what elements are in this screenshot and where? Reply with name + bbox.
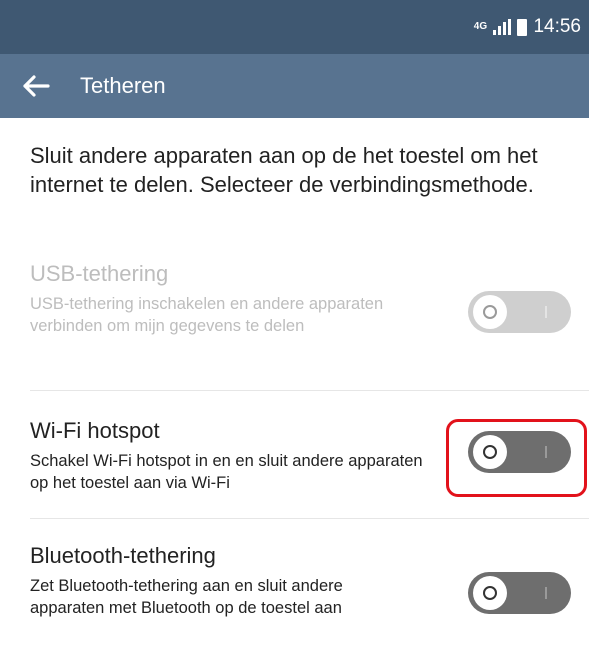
page-title: Tetheren (80, 73, 166, 98)
status-icons: 4G 14:56 (473, 0, 581, 54)
network-type-badge: 4G (473, 21, 488, 32)
battery-icon (517, 18, 528, 36)
highlight-box (446, 419, 587, 497)
status-bar: 4G 14:56 (0, 0, 589, 54)
setting-description: Zet Bluetooth-tethering aan en sluit and… (30, 577, 343, 617)
setting-title: Wi-Fi hotspot (30, 418, 160, 443)
divider (30, 518, 589, 519)
setting-bluetooth-tethering[interactable]: Bluetooth-tethering Zet Bluetooth-tether… (0, 539, 589, 648)
setting-title: Bluetooth-tethering (30, 543, 216, 568)
signal-icon (493, 19, 512, 35)
app-bar: Tetheren (0, 54, 589, 118)
setting-description: USB-tethering inschakelen en andere appa… (30, 295, 384, 335)
setting-usb-tethering: USB-tethering USB-tethering inschakelen … (0, 255, 589, 388)
clock: 14:56 (533, 16, 581, 37)
setting-description: Schakel Wi-Fi hotspot in en en sluit and… (30, 452, 423, 492)
usb-tethering-toggle (468, 291, 571, 333)
arrow-left-icon[interactable] (18, 68, 54, 104)
toggle-knob (473, 576, 507, 610)
bluetooth-tethering-toggle[interactable] (468, 572, 571, 614)
divider (30, 390, 589, 391)
setting-title: USB-tethering (30, 261, 169, 286)
intro-text: Sluit andere apparaten aan op de het toe… (30, 143, 538, 197)
toggle-knob (473, 295, 507, 329)
